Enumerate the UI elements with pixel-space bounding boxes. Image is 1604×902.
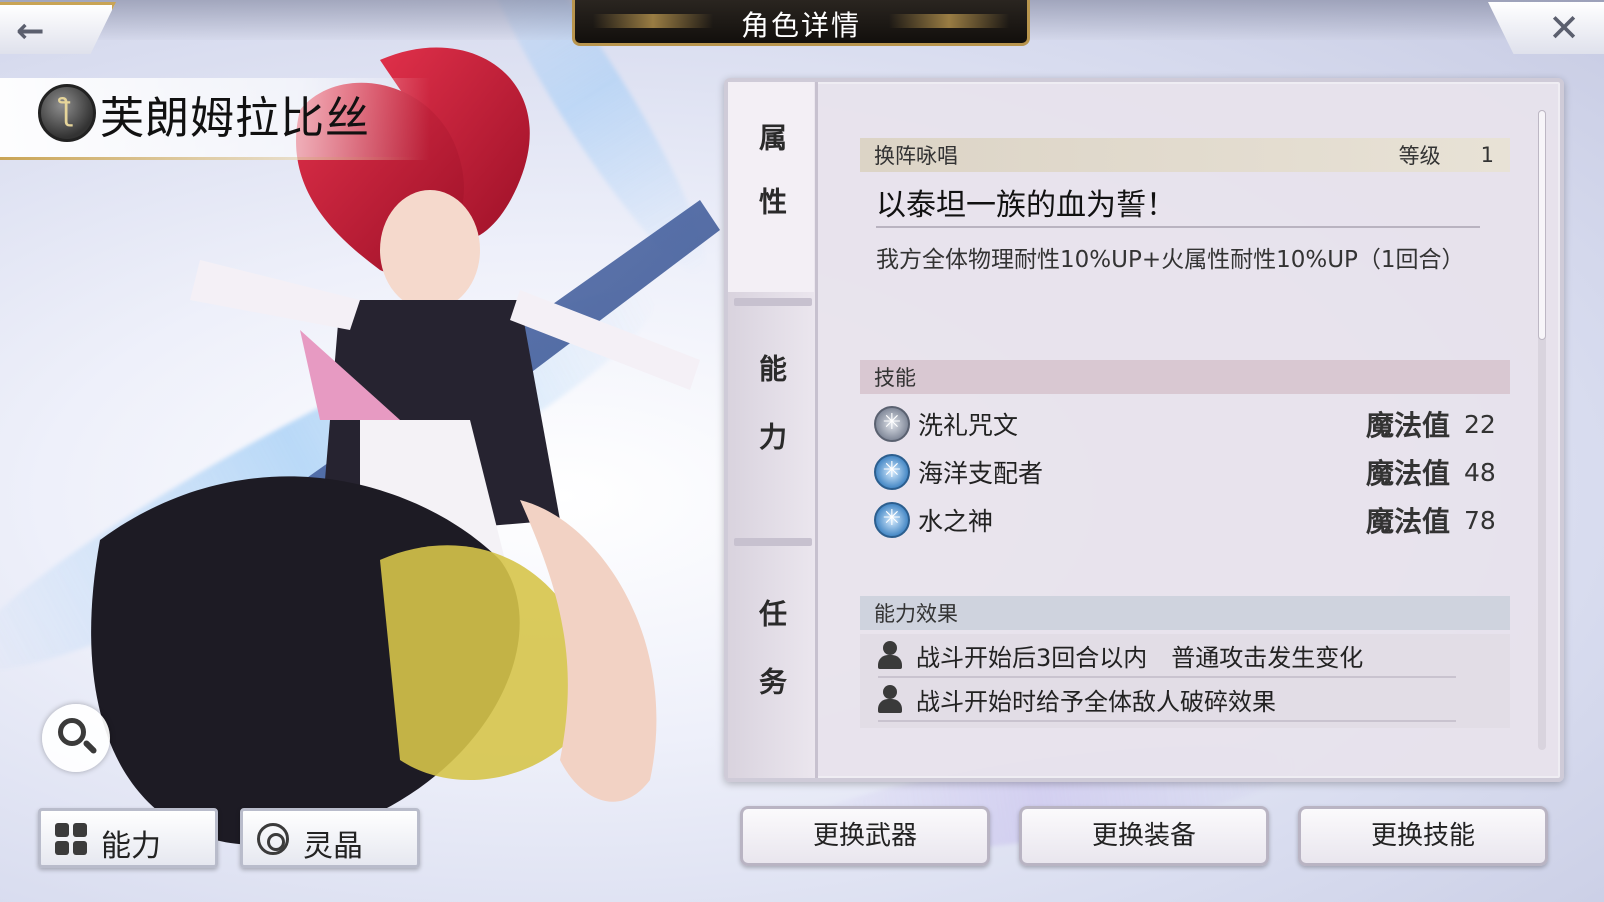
ability-grid-icon [55,823,87,855]
ability-button[interactable]: 能力 [38,808,218,868]
skill-row[interactable]: 洗礼咒文 魔法值 22 [860,400,1510,448]
skill-name: 海洋支配者 [918,459,1044,488]
page-title: 角色详情 [740,9,861,42]
tab-mission[interactable]: 任务 [728,552,814,782]
chant-description: 我方全体物理耐性10%UP+火属性耐性10%UP（1回合） [876,247,1465,273]
mp-label: 魔法值 [1365,457,1450,490]
gray-skill-icon [874,406,910,442]
close-icon: ✕ [1548,6,1580,50]
zoom-button[interactable] [42,704,110,772]
panel-content: 换阵咏唱 等级 1 以泰坦一族的血为誓！ 我方全体物理耐性10%UP+火属性耐性… [860,138,1510,728]
level-value: 1 [1480,143,1494,167]
ability-button-label: 能力 [101,829,161,864]
mp-value: 22 [1464,409,1496,439]
magnifier-icon [58,718,86,746]
tab-ability[interactable]: 能力 [728,312,814,532]
chant-header-label: 换阵咏唱 [874,144,958,168]
mp-value: 48 [1464,457,1496,487]
effect-list: 战斗开始后3回合以内 普通攻击发生变化 战斗开始时给予全体敌人破碎效果 [860,634,1510,728]
character-name: 芙朗姆拉比丝 [100,93,370,144]
person-icon [878,685,902,713]
effects-header-label: 能力效果 [874,602,958,626]
chant-title: 以泰坦一族的血为誓！ [876,188,1176,223]
level-label: 等级 [1398,144,1441,168]
mp-label: 魔法值 [1365,409,1450,442]
tab-label: 任务 [755,599,788,735]
side-tabs: 属性 能力 任务 [728,82,818,778]
skills-header-label: 技能 [874,366,916,390]
effect-text: 战斗开始时给予全体敌人破碎效果 [916,687,1276,716]
scroll-thumb[interactable] [1538,110,1546,340]
close-button[interactable]: ✕ [1488,2,1604,54]
change-weapon-button[interactable]: 更换武器 [740,806,990,866]
effects-header: 能力效果 [860,596,1510,630]
effect-row: 战斗开始后3回合以内 普通攻击发生变化 [878,634,1456,678]
skill-row[interactable]: 海洋支配者 魔法值 48 [860,448,1510,496]
crystal-icon [257,823,289,855]
change-equipment-button[interactable]: 更换装备 [1019,806,1269,866]
skill-list: 洗礼咒文 魔法值 22 海洋支配者 魔法值 48 水之神 魔法值 78 [860,400,1510,544]
effect-row: 战斗开始时给予全体敌人破碎效果 [878,678,1456,722]
staff-icon: ƪ [38,84,96,142]
effect-text: 战斗开始后3回合以内 普通攻击发生变化 [916,643,1364,672]
title-plate: 角色详情 [572,0,1030,46]
crystal-button[interactable]: 灵晶 [240,808,420,868]
mp-label: 魔法值 [1365,505,1450,538]
scrollbar[interactable] [1538,110,1546,750]
detail-panel: 属性 能力 任务 换阵咏唱 等级 1 以泰坦一族的血为誓！ 我方全体物理耐性10… [724,78,1564,782]
tab-label: 属性 [755,123,788,251]
character-name-plate: ƪ 芙朗姆拉比丝 [0,78,430,160]
tab-label: 能力 [755,354,788,490]
crystal-button-label: 灵晶 [303,829,363,864]
mp-value: 78 [1464,505,1496,535]
back-arrow-icon: ← [16,11,45,51]
person-icon [878,641,902,669]
chant-header: 换阵咏唱 等级 1 [860,138,1510,172]
skills-header: 技能 [860,360,1510,394]
water-skill-icon [874,502,910,538]
skill-name: 洗礼咒文 [918,411,1019,440]
tab-attributes[interactable]: 属性 [728,82,814,292]
skill-row[interactable]: 水之神 魔法值 78 [860,496,1510,544]
water-skill-icon [874,454,910,490]
change-skill-button[interactable]: 更换技能 [1298,806,1548,866]
skill-name: 水之神 [918,507,994,536]
